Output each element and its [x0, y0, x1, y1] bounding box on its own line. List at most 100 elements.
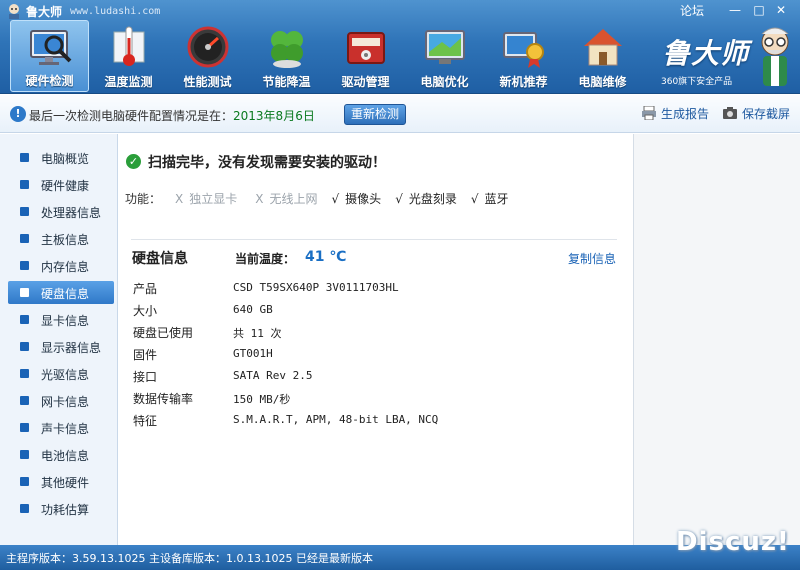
sidebar-item-label: 显示器信息: [41, 341, 102, 355]
minimize-button[interactable]: —: [726, 2, 744, 18]
sidebar-item-power[interactable]: 功耗估算: [8, 497, 114, 520]
sidebar-item-overview[interactable]: 电脑概览: [8, 146, 114, 169]
brand-name: 鲁大师: [662, 37, 750, 70]
sidebar-item-label: 电脑概览: [41, 152, 90, 166]
spec-key: 固件: [133, 348, 158, 362]
spec-value: 150 MB/秒: [233, 393, 291, 406]
spec-row: 数据传输率 150 MB/秒: [133, 390, 613, 412]
temperature-value: 41 ℃: [305, 249, 347, 265]
last-detect-label: 最后一次检测电脑硬件配置情况是在：: [29, 109, 234, 123]
spec-row: 产品 CSD T59SX640P 3V0111703HL: [133, 280, 613, 302]
nav-pc-repair[interactable]: 电脑维修: [563, 20, 642, 92]
app-title: 鲁大师: [26, 5, 63, 19]
sidebar-item-monitor[interactable]: 显示器信息: [8, 335, 114, 358]
bullet-icon: [20, 153, 29, 162]
camera-icon: [723, 107, 737, 119]
bullet-icon: [20, 450, 29, 459]
sidebar-item-motherboard[interactable]: 主板信息: [8, 227, 114, 250]
save-screenshot-button[interactable]: 保存截屏: [722, 105, 790, 122]
spec-row: 硬盘已使用 共 11 次: [133, 324, 613, 346]
main-panel: ✓ 扫描完毕，没有发现需要安装的驱动！ 功能： X 独立显卡 X 无线上网 √ 摄像头…: [119, 134, 633, 545]
spec-row: 特征 S.M.A.R.T, APM, 48-bit LBA, NCQ: [133, 412, 613, 434]
nav-new-pc[interactable]: 新机推荐: [484, 20, 563, 92]
info-icon: !: [10, 106, 26, 122]
nav-pc-optimize[interactable]: 电脑优化: [405, 20, 484, 92]
bullet-icon: [20, 342, 29, 351]
sidebar-item-label: 功耗估算: [41, 503, 90, 517]
generate-report-label: 生成报告: [661, 107, 710, 121]
check-icon: ✓: [126, 154, 141, 169]
cross-mark: X: [175, 192, 184, 206]
sidebar-item-label: 硬盘信息: [41, 287, 90, 301]
brand-block: 鲁大师 360旗下安全产品: [654, 24, 800, 92]
cross-mark: X: [255, 192, 264, 206]
spec-key: 特征: [133, 414, 158, 428]
check-mark: √: [470, 192, 479, 206]
sidebar-item-other[interactable]: 其他硬件: [8, 470, 114, 493]
right-side-pane: [633, 134, 800, 545]
maximize-button[interactable]: □: [750, 2, 768, 18]
forum-link[interactable]: 论坛: [680, 2, 704, 19]
sidebar-item-label: 电池信息: [41, 449, 90, 463]
sidebar-item-memory[interactable]: 内存信息: [8, 254, 114, 277]
sidebar-item-sound[interactable]: 声卡信息: [8, 416, 114, 439]
spec-value: 共 11 次: [233, 327, 282, 340]
nav-driver-manage[interactable]: 驱动管理: [326, 20, 405, 92]
feature-label: 蓝牙: [484, 192, 509, 206]
spec-key: 接口: [133, 370, 158, 384]
sidebar-item-cpu[interactable]: 处理器信息: [8, 200, 114, 223]
nav-hardware-detect[interactable]: 硬件检测: [10, 20, 89, 92]
thermometer-icon: [113, 26, 145, 66]
last-detect-date: 2013年8月6日: [233, 109, 315, 123]
bullet-icon: [20, 504, 29, 513]
nav-label: 硬件检测: [25, 74, 74, 88]
sidebar-item-battery[interactable]: 电池信息: [8, 443, 114, 466]
nav-performance[interactable]: 性能测试: [168, 20, 247, 92]
forum-watermark: Discuz!: [676, 527, 790, 557]
nav-temperature[interactable]: 温度监测: [89, 20, 168, 92]
generate-report-button[interactable]: 生成报告: [641, 105, 709, 122]
bullet-icon: [20, 207, 29, 216]
spec-key: 产品: [133, 282, 158, 296]
app-logo-icon: [9, 4, 19, 19]
feature-item: X 无线上网: [255, 190, 317, 207]
sidebar-item-gpu[interactable]: 显卡信息: [8, 308, 114, 331]
feature-item: X 独立显卡: [175, 190, 237, 207]
app-url: www.ludashi.com: [70, 6, 161, 17]
disk-section-title: 硬盘信息: [132, 251, 188, 267]
copy-info-link[interactable]: 复制信息: [568, 250, 616, 267]
close-button[interactable]: ✕: [772, 2, 790, 18]
sidebar-item-label: 显卡信息: [41, 314, 90, 328]
nav-label: 电脑维修: [578, 75, 627, 89]
bullet-icon: [20, 288, 29, 297]
spec-row: 大小 640 GB: [133, 302, 613, 324]
feature-item: √ 光盘刻录: [395, 190, 457, 207]
last-detect-text: 最后一次检测电脑硬件配置情况是在：2013年8月6日: [29, 107, 315, 124]
nav-label: 温度监测: [104, 75, 153, 89]
feature-item: √ 摄像头: [332, 190, 382, 207]
sidebar-item-hardware-health[interactable]: 硬件健康: [8, 173, 114, 196]
nav-energy-saving[interactable]: 节能降温: [247, 20, 326, 92]
optimize-screen-icon: [425, 30, 465, 64]
check-mark: √: [395, 192, 403, 206]
bullet-icon: [20, 261, 29, 270]
spec-value: CSD T59SX640P 3V0111703HL: [233, 281, 399, 294]
version-status: 主程序版本：3.59.13.1025 主设备库版本：1.0.13.1025 已经…: [6, 552, 373, 565]
driver-box-icon: [347, 32, 385, 64]
bullet-icon: [20, 396, 29, 405]
sidebar-item-label: 光驱信息: [41, 368, 90, 382]
sidebar-item-network[interactable]: 网卡信息: [8, 389, 114, 412]
brand-subtitle: 360旗下安全产品: [661, 77, 733, 87]
spec-value: GT001H: [233, 347, 273, 360]
mascot-icon: [761, 27, 789, 86]
sidebar-item-optical[interactable]: 光驱信息: [8, 362, 114, 385]
redetect-button[interactable]: 重新检测: [344, 104, 406, 125]
spec-value: 640 GB: [233, 303, 273, 316]
title-toolbar: 鲁大师 www.ludashi.com 论坛 — □ ✕ 硬件检测 温度监测 性…: [0, 0, 800, 94]
bullet-icon: [20, 315, 29, 324]
nav-label: 驱动管理: [341, 75, 390, 89]
spec-key: 大小: [133, 304, 158, 318]
feature-label: 独立显卡: [189, 192, 238, 206]
scan-result-message: 扫描完毕，没有发现需要安装的驱动！: [148, 155, 386, 171]
sidebar-item-disk[interactable]: 硬盘信息: [8, 281, 114, 304]
